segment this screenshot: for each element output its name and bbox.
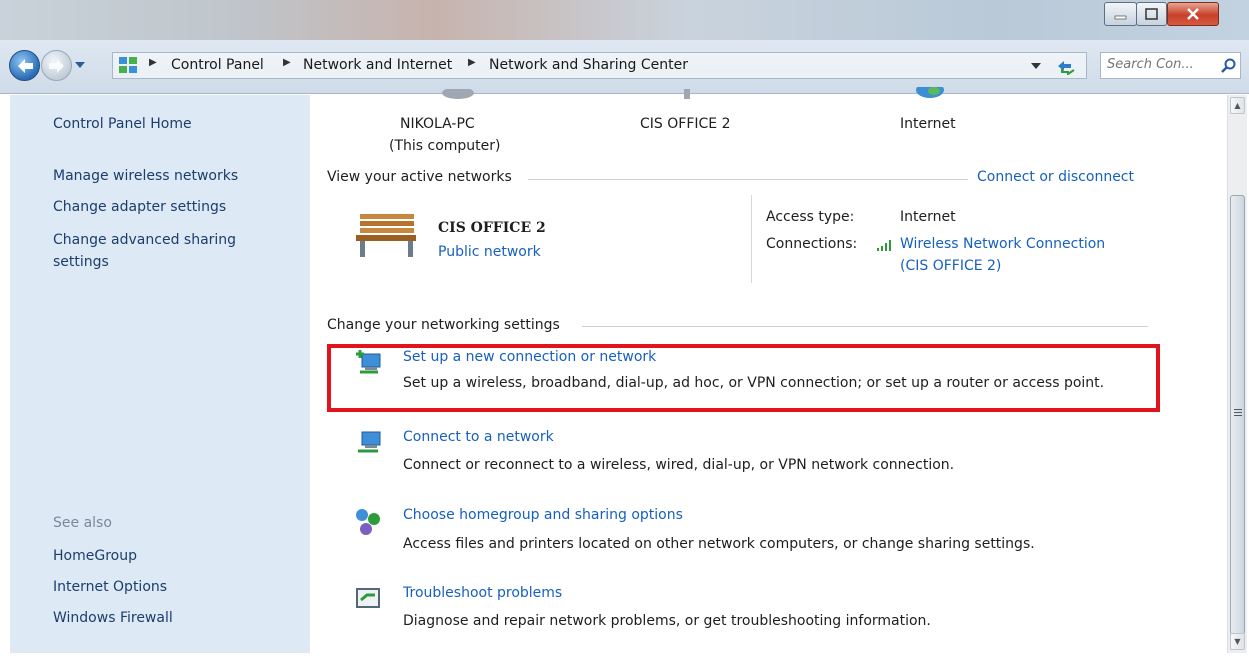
- connect-network-icon: [358, 431, 381, 453]
- grip-icon: [1234, 409, 1242, 416]
- access-type-value: Internet: [900, 209, 956, 225]
- divider: [582, 326, 1148, 327]
- sidebar-item-adapter-settings[interactable]: Change adapter settings: [53, 199, 226, 215]
- networking-settings-heading: Change your networking settings: [327, 317, 560, 333]
- forward-button[interactable]: [41, 50, 72, 81]
- network-icon[interactable]: [668, 89, 708, 103]
- wireless-connection-link[interactable]: Wireless Network Connection: [900, 236, 1105, 252]
- wireless-connection-link-ssid[interactable]: (CIS OFFICE 2): [900, 258, 1001, 274]
- address-dropdown-icon[interactable]: [1031, 63, 1041, 70]
- active-networks-heading: View your active networks: [327, 169, 512, 185]
- control-panel-icon: [119, 57, 137, 73]
- scroll-up-arrow[interactable]: ▲: [1230, 97, 1245, 114]
- see-also-windows-firewall[interactable]: Windows Firewall: [53, 610, 173, 626]
- highlight-box: [327, 344, 1160, 412]
- breadcrumb-separator: ▶: [468, 57, 476, 68]
- search-input[interactable]: [1101, 53, 1219, 76]
- map-computer-name: NIKOLA-PC: [400, 116, 475, 132]
- breadcrumb-separator: ▶: [283, 57, 291, 68]
- task-homegroup-desc: Access files and printers located on oth…: [403, 536, 1035, 552]
- map-internet-label: Internet: [900, 116, 956, 132]
- task-connect-network-desc: Connect or reconnect to a wireless, wire…: [403, 457, 955, 473]
- search-box[interactable]: [1100, 52, 1241, 79]
- see-also-internet-options[interactable]: Internet Options: [53, 579, 167, 595]
- close-button[interactable]: [1167, 2, 1219, 26]
- task-homegroup-link[interactable]: Choose homegroup and sharing options: [403, 507, 683, 523]
- vertical-divider: [751, 195, 752, 283]
- troubleshoot-icon: [356, 588, 380, 608]
- network-type-link[interactable]: Public network: [438, 244, 541, 260]
- map-computer-sub: (This computer): [389, 138, 501, 154]
- breadcrumb-network-internet[interactable]: Network and Internet: [303, 57, 452, 73]
- public-network-bench-icon: [356, 214, 416, 257]
- title-bar: [0, 0, 1249, 40]
- recent-pages-dropdown-icon[interactable]: [75, 62, 85, 70]
- breadcrumb[interactable]: ▶ Control Panel ▶ Network and Internet ▶…: [112, 52, 1087, 79]
- breadcrumb-control-panel[interactable]: Control Panel: [171, 57, 264, 73]
- task-troubleshoot-link[interactable]: Troubleshoot problems: [403, 585, 562, 601]
- task-troubleshoot-desc: Diagnose and repair network problems, or…: [403, 613, 931, 629]
- sidebar-item-manage-wireless[interactable]: Manage wireless networks: [53, 168, 238, 184]
- forward-arrow-icon: [49, 59, 64, 73]
- wireless-signal-icon: [877, 240, 891, 251]
- sidebar-item-control-panel-home[interactable]: Control Panel Home: [53, 116, 192, 132]
- maximize-button[interactable]: [1136, 2, 1167, 26]
- breadcrumb-network-sharing-center[interactable]: Network and Sharing Center: [489, 57, 688, 73]
- back-button[interactable]: [9, 50, 40, 81]
- computer-icon[interactable]: [438, 89, 478, 103]
- connections-label: Connections:: [766, 236, 858, 252]
- sidebar-item-advanced-sharing-cont[interactable]: settings: [53, 254, 109, 270]
- task-pane: Control Panel Home Manage wireless netwo…: [10, 95, 310, 653]
- internet-globe-icon[interactable]: [910, 87, 950, 103]
- refresh-icon[interactable]: [1055, 57, 1077, 75]
- close-icon: [1187, 8, 1199, 20]
- access-type-label: Access type:: [766, 209, 855, 225]
- search-icon[interactable]: [1221, 58, 1237, 74]
- map-network-name: CIS OFFICE 2: [640, 116, 731, 132]
- vertical-scrollbar[interactable]: ▲ ▼: [1227, 95, 1247, 653]
- connect-disconnect-link[interactable]: Connect or disconnect: [977, 169, 1134, 185]
- scroll-down-arrow[interactable]: ▼: [1230, 633, 1245, 650]
- minimize-icon: [1114, 15, 1127, 20]
- minimize-button[interactable]: [1104, 2, 1137, 26]
- active-network-name: CIS OFFICE 2: [438, 220, 546, 236]
- breadcrumb-separator: ▶: [149, 57, 157, 68]
- homegroup-icon: [356, 509, 380, 535]
- maximize-icon: [1145, 8, 1158, 20]
- address-bar: ▶ Control Panel ▶ Network and Internet ▶…: [0, 40, 1249, 94]
- back-arrow-icon: [18, 59, 33, 73]
- sidebar-item-advanced-sharing[interactable]: Change advanced sharing: [53, 232, 236, 248]
- task-connect-network-link[interactable]: Connect to a network: [403, 429, 554, 445]
- scroll-thumb[interactable]: [1230, 195, 1245, 635]
- see-also-homegroup[interactable]: HomeGroup: [53, 548, 137, 564]
- see-also-heading: See also: [53, 515, 112, 531]
- divider: [528, 179, 968, 180]
